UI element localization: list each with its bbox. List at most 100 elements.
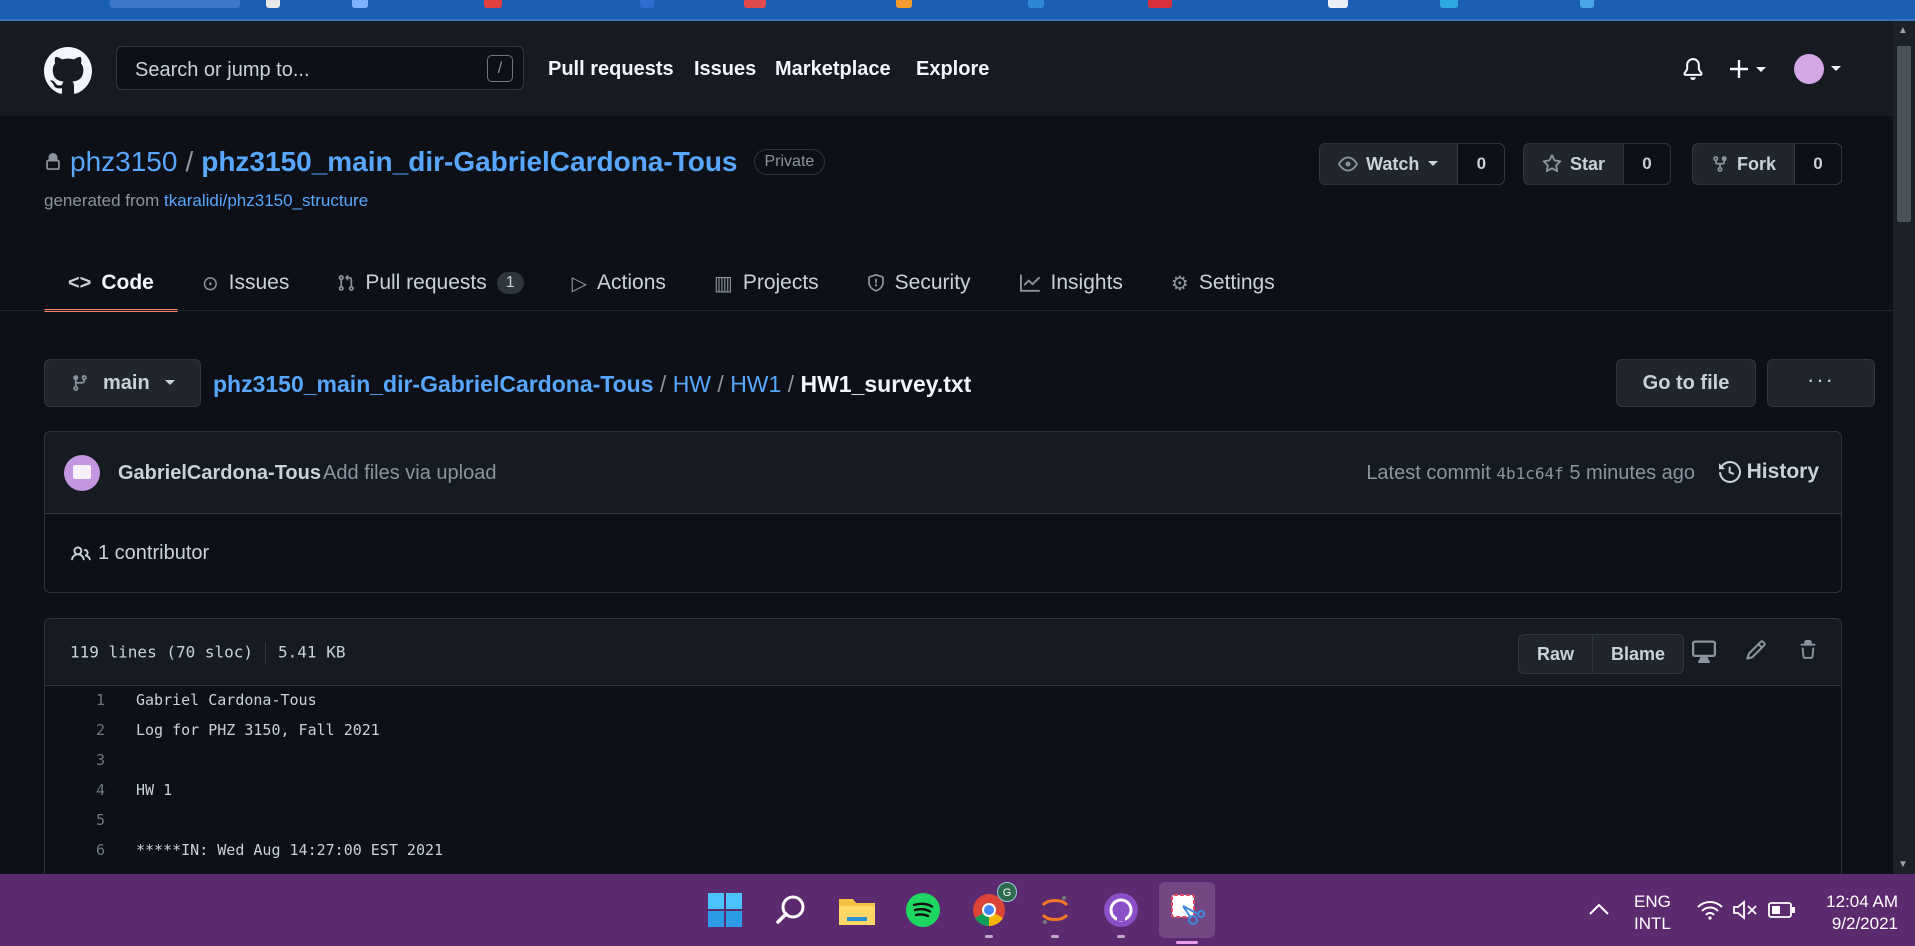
bookmark-item[interactable] — [1440, 0, 1458, 8]
bookmark-item[interactable] — [1028, 0, 1044, 8]
commit-sha-link[interactable]: 4b1c64f — [1496, 464, 1563, 483]
repo-owner-link[interactable]: phz3150 — [70, 146, 177, 178]
browser-bookmarks-bar — [0, 0, 1915, 21]
repo-tabs: <> Code ⊙ Issues Pull requests 1 ▷ Actio… — [44, 255, 1299, 312]
nav-explore[interactable]: Explore — [916, 58, 989, 81]
branch-icon — [73, 375, 87, 391]
bookmark-item[interactable] — [1148, 0, 1172, 8]
clock[interactable]: 12:04 AM 9/2/2021 — [1810, 891, 1898, 935]
search-taskbar-button[interactable] — [769, 888, 813, 932]
bookmark-item[interactable] — [1328, 0, 1348, 8]
template-repo-link[interactable]: tkaralidi/phz3150_structure — [164, 191, 368, 210]
fork-label: Fork — [1737, 153, 1777, 174]
breadcrumb-hw1-link[interactable]: HW1 — [730, 371, 781, 397]
jupyter-button[interactable] — [1033, 888, 1077, 938]
star-count[interactable]: 0 — [1624, 144, 1671, 184]
tab-code[interactable]: <> Code — [44, 255, 178, 312]
contributors-link[interactable]: 1 contributor — [70, 542, 209, 565]
commit-author-link[interactable]: GabrielCardona-Tous — [118, 462, 321, 485]
battery-icon[interactable] — [1768, 901, 1796, 919]
tab-insights[interactable]: Insights — [995, 255, 1147, 311]
search-input[interactable]: Search or jump to... / — [116, 46, 524, 90]
branch-selector[interactable]: main — [44, 359, 201, 407]
bookmark-item[interactable] — [352, 0, 368, 8]
people-icon — [71, 545, 91, 560]
bookmark-item[interactable] — [896, 0, 912, 8]
tab-actions[interactable]: ▷ Actions — [548, 255, 690, 311]
bookmark-item[interactable] — [484, 0, 502, 8]
chevron-up-icon[interactable] — [1588, 902, 1610, 916]
line-number[interactable]: 1 — [45, 691, 105, 709]
eye-icon — [1338, 156, 1358, 172]
bookmark-item[interactable] — [640, 0, 654, 8]
scroll-down-icon[interactable]: ▼ — [1898, 859, 1908, 870]
tab-issues[interactable]: ⊙ Issues — [178, 255, 313, 311]
nav-issues[interactable]: Issues — [694, 58, 756, 81]
jupyter-icon — [1041, 896, 1069, 924]
page-scrollbar[interactable]: ▲ ▼ — [1893, 21, 1915, 874]
shield-icon — [867, 274, 884, 292]
scroll-thumb[interactable] — [1897, 46, 1911, 222]
bookmark-item[interactable] — [744, 0, 766, 8]
line-number[interactable]: 6 — [45, 841, 105, 859]
breadcrumb-hw-link[interactable]: HW — [673, 371, 711, 397]
lock-icon — [46, 153, 60, 170]
tab-label: Projects — [742, 271, 819, 294]
line-number[interactable]: 2 — [45, 721, 105, 739]
visibility-badge: Private — [753, 149, 826, 175]
language-indicator[interactable]: ENG INTL — [1634, 891, 1671, 935]
scroll-up-icon[interactable]: ▲ — [1898, 25, 1908, 36]
blame-button[interactable]: Blame — [1593, 635, 1683, 673]
nav-pull-requests[interactable]: Pull requests — [548, 58, 674, 81]
spotify-button[interactable] — [901, 888, 945, 932]
project-icon: ▥ — [713, 272, 733, 295]
line-number[interactable]: 4 — [45, 781, 105, 799]
wifi-icon[interactable] — [1697, 900, 1723, 920]
nav-marketplace[interactable]: Marketplace — [775, 58, 891, 81]
start-button[interactable] — [703, 888, 747, 932]
chrome-button[interactable]: G — [967, 882, 1017, 938]
go-to-file-button[interactable]: Go to file — [1616, 359, 1756, 407]
tab-projects[interactable]: ▥ Projects — [690, 255, 843, 311]
tab-security[interactable]: Security — [843, 255, 995, 311]
fork-button[interactable]: Fork — [1693, 144, 1796, 184]
github-desktop-button[interactable] — [1099, 888, 1143, 938]
line-number[interactable]: 3 — [45, 751, 105, 769]
bookmark-item[interactable] — [1580, 0, 1594, 8]
github-logo-icon[interactable] — [44, 47, 92, 95]
trash-icon[interactable] — [1798, 639, 1818, 661]
star-button-group: Star 0 — [1523, 143, 1672, 185]
tab-label: Issues — [228, 271, 290, 294]
tab-settings[interactable]: ⚙ Settings — [1147, 255, 1299, 311]
star-button[interactable]: Star — [1524, 144, 1625, 184]
plus-dropdown-icon[interactable] — [1730, 59, 1770, 79]
pencil-icon[interactable] — [1745, 639, 1767, 661]
chrome-profile-badge: G — [997, 882, 1017, 902]
breadcrumb-repo-link[interactable]: phz3150_main_dir-GabrielCardona-Tous — [213, 371, 654, 397]
raw-blame-group: Raw Blame — [1518, 634, 1685, 674]
line-content: *****IN: Wed Aug 14:27:00 EST 2021 — [136, 841, 444, 859]
chevron-down-icon[interactable] — [1830, 65, 1842, 73]
bookmark-item[interactable] — [110, 0, 240, 8]
bell-icon[interactable] — [1682, 57, 1704, 81]
watch-button[interactable]: Watch — [1320, 144, 1459, 184]
language-top: ENG — [1634, 892, 1671, 911]
history-link[interactable]: History — [1718, 460, 1819, 484]
fork-count[interactable]: 0 — [1795, 144, 1842, 184]
volume-muted-icon[interactable] — [1732, 900, 1758, 920]
commit-message-link[interactable]: Add files via upload — [323, 462, 496, 485]
tab-label: Code — [101, 271, 154, 294]
snipping-tool-button[interactable] — [1159, 882, 1215, 944]
tab-pull-requests[interactable]: Pull requests 1 — [313, 255, 547, 311]
repo-name-link[interactable]: phz3150_main_dir-GabrielCardona-Tous — [201, 146, 737, 178]
user-avatar[interactable] — [1794, 54, 1824, 84]
file-explorer-button[interactable] — [835, 888, 879, 932]
watch-count[interactable]: 0 — [1458, 144, 1505, 184]
more-options-button[interactable]: ··· — [1767, 359, 1875, 407]
desktop-icon[interactable] — [1692, 639, 1716, 663]
latest-commit-info: Latest commit 4b1c64f 5 minutes ago — [1366, 462, 1695, 485]
bookmark-item[interactable] — [266, 0, 280, 8]
line-number[interactable]: 5 — [45, 811, 105, 829]
raw-button[interactable]: Raw — [1519, 635, 1594, 673]
author-avatar[interactable] — [64, 455, 100, 491]
